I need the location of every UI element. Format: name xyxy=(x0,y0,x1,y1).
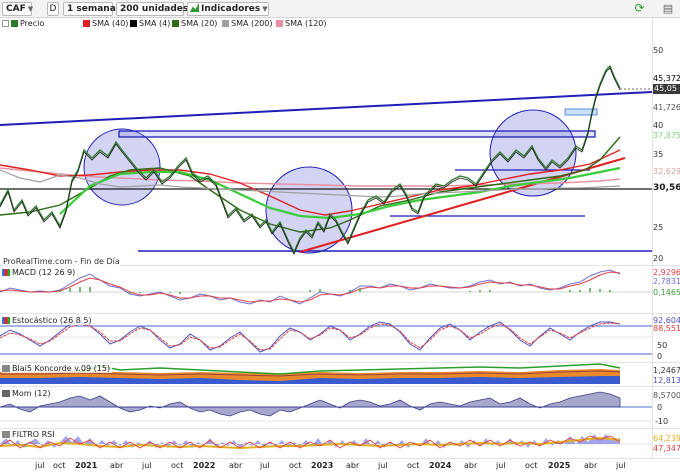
filtro-rsi-panel xyxy=(0,434,652,450)
x-axis-label: oct xyxy=(53,461,66,470)
price-label-sma20: 41,726 xyxy=(653,103,680,112)
x-axis-label: jul xyxy=(496,461,506,470)
koncorde-title[interactable]: Blai5 Koncorde v.09 (15) xyxy=(2,364,113,373)
price-tick: 40 xyxy=(653,121,664,130)
x-axis-year: 2022 xyxy=(193,461,216,470)
x-axis-year: 2023 xyxy=(311,461,334,470)
x-axis-label: abr xyxy=(110,461,124,470)
x-axis-label: jul xyxy=(260,461,270,470)
x-axis-year: 2025 xyxy=(548,461,571,470)
filtro-rsi-title[interactable]: FILTRO RSI xyxy=(2,430,57,439)
momentum-tick: 0 xyxy=(657,403,663,412)
momentum-tick: -10 xyxy=(655,417,669,426)
stochastic-d-value: 88,551 xyxy=(653,324,680,333)
macd-title[interactable]: MACD (12 26 9) xyxy=(2,268,78,277)
price-label-sma120: 32,629 xyxy=(653,167,680,176)
watermark: ProRealTime.com - Fin de Día xyxy=(3,257,120,266)
filtro-rsi-value: 64,239 xyxy=(653,434,680,443)
indicator-icon xyxy=(2,317,10,324)
macd-signal-value: 2,7831 xyxy=(653,277,680,286)
price-tick: 25 xyxy=(653,223,664,232)
indicator-icon xyxy=(2,269,10,276)
filtro-rsi-value-2: 47,347 xyxy=(653,444,680,453)
stochastic-title[interactable]: Estocástico (26 8 5) xyxy=(2,316,94,325)
x-axis-label: abr xyxy=(464,461,478,470)
x-axis-label: jul xyxy=(378,461,388,470)
x-axis-label: jul xyxy=(35,461,45,470)
price-tick: 20 xyxy=(653,254,664,263)
filtro-rsi-label: FILTRO RSI xyxy=(12,430,55,439)
indicator-icon xyxy=(2,365,10,372)
x-axis-label: abr xyxy=(584,461,598,470)
x-axis-label: oct xyxy=(289,461,302,470)
indicator-icon xyxy=(2,390,10,397)
price-label-sma4: 45,372 xyxy=(653,74,680,83)
price-tick: 50 xyxy=(653,46,664,55)
koncorde-label: Blai5 Koncorde v.09 (15) xyxy=(12,364,111,373)
momentum-label: Mom (12) xyxy=(12,389,51,398)
momentum-panel xyxy=(0,391,652,422)
x-axis-year: 2021 xyxy=(75,461,98,470)
momentum-title[interactable]: Mom (12) xyxy=(2,389,53,398)
last-price-badge: 45,05 xyxy=(653,84,680,94)
x-axis-label: abr xyxy=(229,461,243,470)
macd-panel xyxy=(0,269,652,305)
koncorde-value-2: 12,813 xyxy=(653,376,680,385)
chart-canvas[interactable] xyxy=(0,0,680,472)
indicator-icon xyxy=(2,431,10,438)
stochastic-tick: 50 xyxy=(657,341,668,350)
price-label-support: 30,56 xyxy=(653,183,680,193)
momentum-value: 8,5700 xyxy=(653,391,680,400)
x-axis-label: oct xyxy=(525,461,538,470)
stochastic-tick: 0 xyxy=(657,352,663,361)
x-axis-label: jul xyxy=(616,461,626,470)
stochastic-label: Estocástico (26 8 5) xyxy=(12,316,92,325)
x-axis-label: jul xyxy=(142,461,152,470)
price-tick: 35 xyxy=(653,150,664,159)
macd-hist-value: 0,1465 xyxy=(653,288,680,297)
highlight-circle xyxy=(83,128,161,206)
koncorde-value: 1,2467 xyxy=(653,366,680,375)
x-axis-year: 2024 xyxy=(429,461,452,470)
x-axis-label: oct xyxy=(171,461,184,470)
x-axis-label: abr xyxy=(346,461,360,470)
stochastic-panel xyxy=(0,321,652,355)
macd-label: MACD (12 26 9) xyxy=(12,268,76,277)
price-label-sma40: 37,875 xyxy=(653,131,680,140)
x-axis-label: oct xyxy=(407,461,420,470)
